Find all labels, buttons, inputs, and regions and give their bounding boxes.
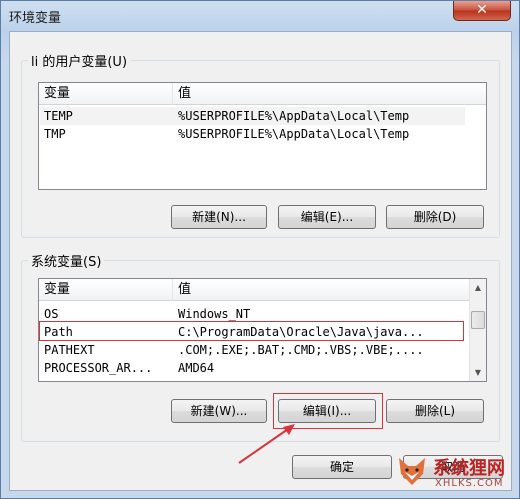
close-button[interactable]: ✕	[453, 1, 511, 21]
path-row-highlight	[39, 321, 464, 341]
watermark-name: 系统狸网	[433, 458, 505, 479]
system-variables-label: 系统变量(S)	[28, 251, 105, 270]
list-item[interactable]: PATHEXT .COM;.EXE;.BAT;.CMD;.VBS;.VBE;..…	[40, 341, 470, 359]
column-header-value[interactable]: 值	[173, 83, 486, 105]
variable-value: AMD64	[178, 361, 215, 375]
user-variables-label: li 的用户变量(U)	[28, 51, 131, 70]
variable-name: PATHEXT	[44, 343, 95, 357]
scroll-thumb[interactable]	[471, 311, 485, 329]
list-item[interactable]: TMP %USERPROFILE%\AppData\Local\Temp	[40, 125, 465, 143]
window-title: 环境变量	[9, 11, 62, 26]
user-variables-list[interactable]: 变量 值 TEMP %USERPROFILE%\AppData\Local\Te…	[38, 82, 487, 190]
variable-name: TEMP	[44, 109, 73, 123]
user-edit-button[interactable]: 编辑(E)...	[278, 205, 376, 229]
watermark-site: XHLKS.COM	[435, 478, 504, 489]
system-list-scrollbar[interactable]: ▲ ▼	[469, 279, 486, 381]
ok-button[interactable]: 确定	[292, 455, 392, 479]
scroll-up-icon[interactable]: ▲	[470, 279, 486, 296]
variable-value: .COM;.EXE;.BAT;.CMD;.VBS;.VBE;....	[178, 343, 424, 357]
list-item[interactable]: PROCESSOR_AR... AMD64	[40, 359, 470, 377]
system-new-button[interactable]: 新建(W)...	[171, 399, 267, 423]
close-icon: ✕	[476, 2, 488, 18]
user-delete-button[interactable]: 删除(D)	[386, 205, 484, 229]
column-header-variable[interactable]: 变量	[39, 83, 173, 105]
list-item[interactable]: TEMP %USERPROFILE%\AppData\Local\Temp	[40, 107, 465, 125]
red-arrow-icon	[238, 424, 295, 464]
column-header-value[interactable]: 值	[173, 279, 471, 301]
list-header: 变量 值	[39, 279, 486, 301]
variable-name: TMP	[44, 127, 66, 141]
system-delete-button[interactable]: 删除(L)	[386, 399, 484, 423]
scroll-down-icon[interactable]: ▼	[470, 364, 486, 381]
variable-name: PROCESSOR_AR...	[44, 361, 153, 375]
list-header: 变量 值	[39, 83, 486, 105]
fox-icon	[399, 458, 425, 485]
environment-variables-dialog: 环境变量 ✕ li 的用户变量(U) 变量 值 TEMP %USERPROFIL…	[0, 0, 520, 499]
user-new-button[interactable]: 新建(N)...	[171, 205, 267, 229]
variable-value: %USERPROFILE%\AppData\Local\Temp	[178, 109, 410, 123]
watermark: 系统狸网 XHLKS.COM	[395, 450, 513, 494]
column-header-variable[interactable]: 变量	[39, 279, 173, 301]
variable-value: %USERPROFILE%\AppData\Local\Temp	[178, 127, 410, 141]
